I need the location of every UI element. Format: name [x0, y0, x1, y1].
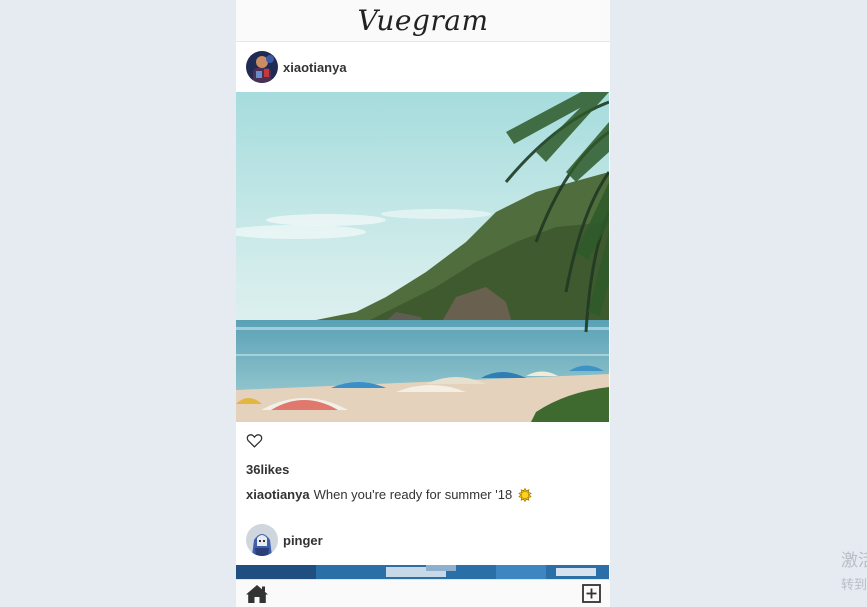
post-header: xiaotianya: [236, 42, 610, 92]
post-username[interactable]: xiaotianya: [283, 60, 347, 75]
post-actions: [236, 422, 610, 459]
vuegram-logo: Vuegram: [357, 3, 489, 37]
watermark-line-1: 激活: [841, 551, 867, 571]
sun-emoji-icon: [518, 487, 532, 502]
avatar[interactable]: [246, 524, 278, 556]
heart-icon[interactable]: [246, 432, 263, 449]
avatar[interactable]: [246, 51, 278, 83]
bottom-nav: [236, 579, 610, 607]
likes-count: 36likes: [246, 462, 290, 477]
home-icon[interactable]: [245, 584, 269, 604]
watermark-line-2: 转到: [841, 578, 867, 593]
app-frame: Vuegram xiaotianya 36likes xiaotianya Wh…: [236, 0, 610, 607]
caption-username[interactable]: xiaotianya: [246, 487, 310, 502]
avatar-image: [246, 524, 278, 556]
system-watermark: 激活 转到: [841, 550, 867, 596]
post-card: pinger: [236, 515, 610, 581]
plus-square-icon[interactable]: [582, 584, 601, 603]
caption-text: When you're ready for summer '18: [313, 487, 513, 502]
post-username[interactable]: pinger: [283, 533, 323, 548]
avatar-image: [246, 51, 278, 83]
post-card: xiaotianya 36likes xiaotianya When you'r…: [236, 42, 610, 503]
app-header: Vuegram: [236, 0, 610, 42]
post-caption: xiaotianya When you're ready for summer …: [236, 486, 610, 503]
post-header: pinger: [236, 515, 610, 565]
post-image[interactable]: [236, 92, 609, 422]
